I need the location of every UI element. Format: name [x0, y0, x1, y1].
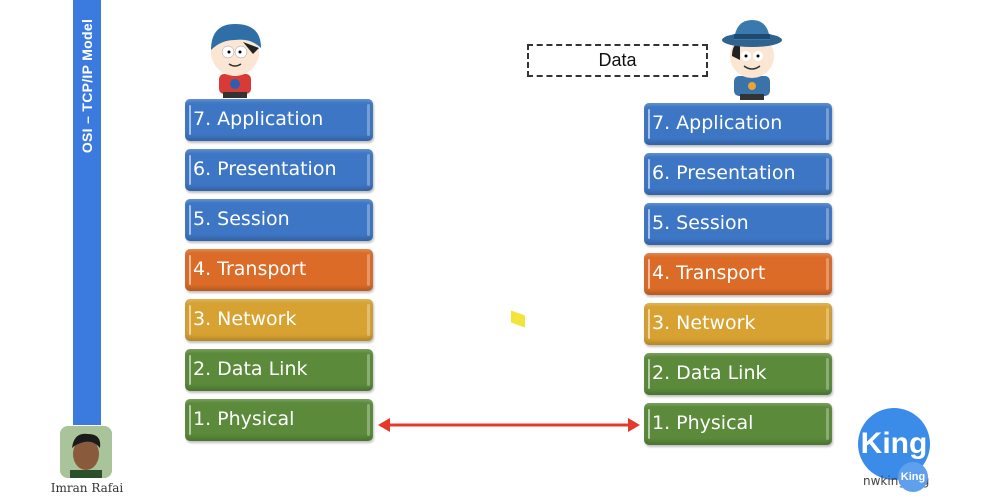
left-character-icon: [211, 24, 261, 98]
king-logo-small: King: [898, 462, 928, 492]
layer-label: 2. Data Link: [193, 358, 308, 380]
logo-small-text: King: [900, 471, 926, 483]
layer-label: 4. Transport: [652, 262, 766, 284]
layer-label: 5. Session: [652, 212, 749, 234]
author-name: Imran Rafai: [50, 481, 124, 495]
left-osi-stack: 7. Application 6. Presentation 5. Session 4…: [185, 99, 375, 444]
layer-label: 5. Session: [193, 208, 290, 230]
layer-label: 6. Presentation: [652, 162, 796, 184]
right-character-icon: [722, 20, 782, 100]
right-osi-stack: 7. Application 6. Presentation 5. Session 4…: [644, 103, 834, 448]
data-label: Data: [598, 50, 637, 70]
layer-label: 3. Network: [193, 308, 297, 330]
cursor-highlight: [511, 310, 525, 328]
osi-layer: 2. Data Link: [644, 353, 832, 395]
osi-layer: 5. Session: [185, 199, 373, 241]
layer-label: 1. Physical: [193, 408, 295, 430]
author-photo-icon: [60, 426, 112, 478]
arrow-head-right: [628, 418, 640, 432]
layer-label: 7. Application: [193, 108, 324, 130]
osi-layer: 3. Network: [644, 303, 832, 345]
osi-layer: 6. Presentation: [185, 149, 373, 191]
osi-layer: 1. Physical: [644, 403, 832, 445]
osi-layer: 1. Physical: [185, 399, 373, 441]
logo-text: King: [860, 427, 928, 460]
osi-layer: 4. Transport: [185, 249, 373, 291]
data-box: Data: [527, 44, 708, 77]
sidebar-title: OSI – TCP/IP Model: [79, 18, 95, 154]
physical-link-arrow: [378, 418, 640, 432]
osi-layer: 2. Data Link: [185, 349, 373, 391]
layer-label: 1. Physical: [652, 412, 754, 434]
osi-layer: 7. Application: [185, 99, 373, 141]
layer-label: 3. Network: [652, 312, 756, 334]
arrow-head-left: [378, 418, 390, 432]
layer-label: 6. Presentation: [193, 158, 337, 180]
layer-label: 7. Application: [652, 112, 783, 134]
layer-label: 4. Transport: [193, 258, 307, 280]
author-avatar: [60, 426, 112, 478]
osi-layer: 3. Network: [185, 299, 373, 341]
osi-layer: 6. Presentation: [644, 153, 832, 195]
osi-layer: 7. Application: [644, 103, 832, 145]
osi-layer: 5. Session: [644, 203, 832, 245]
osi-layer: 4. Transport: [644, 253, 832, 295]
layer-label: 2. Data Link: [652, 362, 767, 384]
